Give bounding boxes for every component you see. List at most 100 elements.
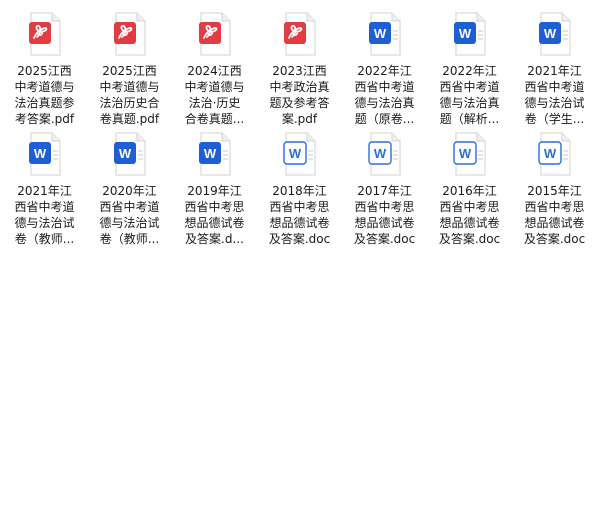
file-name-line: 西省中考思 xyxy=(184,200,245,214)
file-name-line: 及答案.doc xyxy=(523,232,586,246)
file-name-line: 2021年江 xyxy=(17,184,72,198)
file-name-line: 想品德试卷 xyxy=(184,216,245,230)
pdf-file-icon xyxy=(195,11,235,57)
file-name-label: 2018年江 西省中考思想品德试卷及答案.doc xyxy=(258,183,342,246)
file-name-line: 考答案.pdf xyxy=(14,112,75,126)
doc-file-icon: W xyxy=(535,131,575,177)
file-name-line: 2020年江 xyxy=(102,184,157,198)
file-name-line: 案.pdf xyxy=(281,112,318,126)
svg-text:W: W xyxy=(203,146,216,161)
file-name-line: 题（原卷... xyxy=(354,112,415,126)
file-name-label: 2024江西 中考道德与法治·历史合卷真题... xyxy=(173,63,257,126)
pdf-file-icon xyxy=(25,11,65,57)
file-item[interactable]: 2025江西 中考道德与 法治历史合 卷真题.pdf xyxy=(87,8,172,126)
file-item[interactable]: W 2016年江 西省中考思想品德试卷及答案.doc xyxy=(427,128,512,246)
file-name-line: 2016年江 xyxy=(442,184,497,198)
doc-file-icon: W xyxy=(280,131,320,177)
file-item[interactable]: 2024江西 中考道德与法治·历史合卷真题... xyxy=(172,8,257,126)
file-item[interactable]: W 2019年江 西省中考思想品德试卷及答案.d... xyxy=(172,128,257,246)
file-name-line: 2025江西 xyxy=(102,64,157,78)
doc-file-icon: W xyxy=(365,131,405,177)
file-name-line: 西省中考思 xyxy=(354,200,415,214)
file-name-line: 及答案.doc xyxy=(438,232,501,246)
file-name-label: 2022年江 西省中考道 德与法治真 题（解析... xyxy=(428,63,512,126)
svg-text:W: W xyxy=(458,26,471,41)
word-file-icon: W xyxy=(450,11,490,57)
file-name-line: 德与法治试 xyxy=(14,216,75,230)
file-item[interactable]: W 2022年江 西省中考道德与法治真题（原卷... xyxy=(342,8,427,126)
svg-text:W: W xyxy=(543,26,556,41)
file-name-line: 2024江西 xyxy=(187,64,242,78)
file-name-label: 2017年江 西省中考思 想品德试卷 及答案.doc xyxy=(343,183,427,246)
file-name-label: 2025江西 中考道德与 法治历史合 卷真题.pdf xyxy=(88,63,172,126)
file-name-line: 卷（教师... xyxy=(99,232,160,246)
file-name-line: 想品德试卷 xyxy=(354,216,415,230)
file-name-line: 2023江西 xyxy=(272,64,327,78)
file-name-line: 2021年江 xyxy=(527,64,582,78)
file-name-line: 法治真题参 xyxy=(14,96,75,110)
file-name-line: 中考道德与 xyxy=(99,80,160,94)
file-name-line: 题及参考答 xyxy=(269,96,330,110)
svg-text:W: W xyxy=(458,146,471,161)
file-item[interactable]: W 2021年江 西省中考道德与法治试卷（学生... xyxy=(512,8,597,126)
file-name-label: 2016年江 西省中考思想品德试卷及答案.doc xyxy=(428,183,512,246)
svg-text:W: W xyxy=(118,146,131,161)
file-name-line: 西省中考道 xyxy=(354,80,415,94)
svg-text:W: W xyxy=(373,146,386,161)
svg-text:W: W xyxy=(543,146,556,161)
file-name-line: 西省中考道 xyxy=(99,200,160,214)
file-name-line: 中考道德与 xyxy=(184,80,245,94)
file-name-line: 西省中考思 xyxy=(269,200,330,214)
file-name-line: 中考道德与 xyxy=(14,80,75,94)
file-name-line: 卷（教师... xyxy=(14,232,75,246)
file-name-label: 2021年江 西省中考道德与法治试卷（学生... xyxy=(513,63,597,126)
file-name-label: 2020年江 西省中考道德与法治试卷（教师... xyxy=(88,183,172,246)
file-name-line: 西省中考道 xyxy=(524,80,585,94)
file-name-line: 2022年江 xyxy=(442,64,497,78)
file-name-line: 德与法治试 xyxy=(99,216,160,230)
word-file-icon: W xyxy=(535,11,575,57)
word-file-icon: W xyxy=(25,131,65,177)
doc-file-icon: W xyxy=(450,131,490,177)
file-name-line: 法治·历史 xyxy=(188,96,241,110)
file-name-line: 题（解析... xyxy=(439,112,500,126)
word-file-icon: W xyxy=(365,11,405,57)
file-item[interactable]: W 2022年江 西省中考道 德与法治真 题（解析... xyxy=(427,8,512,126)
file-name-line: 卷（学生... xyxy=(524,112,585,126)
file-name-line: 及答案.doc xyxy=(353,232,416,246)
file-name-line: 西省中考思 xyxy=(439,200,500,214)
file-name-line: 德与法治试 xyxy=(524,96,585,110)
file-name-line: 2022年江 xyxy=(357,64,412,78)
pdf-file-icon xyxy=(280,11,320,57)
file-name-line: 中考政治真 xyxy=(269,80,330,94)
file-item[interactable]: W 2017年江 西省中考思 想品德试卷 及答案.doc xyxy=(342,128,427,246)
file-name-line: 及答案.doc xyxy=(268,232,331,246)
file-name-line: 想品德试卷 xyxy=(439,216,500,230)
file-item[interactable]: W 2021年江 西省中考道德与法治试卷（教师... xyxy=(2,128,87,246)
file-item[interactable]: W 2015年江 西省中考思 想品德试卷 及答案.doc xyxy=(512,128,597,246)
file-name-line: 想品德试卷 xyxy=(269,216,330,230)
pdf-file-icon xyxy=(110,11,150,57)
file-name-label: 2023江西 中考政治真题及参考答案.pdf xyxy=(258,63,342,126)
svg-text:W: W xyxy=(288,146,301,161)
file-name-line: 德与法治真 xyxy=(354,96,415,110)
file-name-line: 西省中考道 xyxy=(14,200,75,214)
file-grid: 2025江西 中考道德与 法治真题参 考答案.pdf 2025江西 中考道德与 法治历史合卷… xyxy=(2,8,605,248)
file-item[interactable]: W 2018年江 西省中考思想品德试卷及答案.doc xyxy=(257,128,342,246)
file-name-label: 2015年江 西省中考思 想品德试卷 及答案.doc xyxy=(513,183,597,246)
file-item[interactable]: W 2020年江 西省中考道德与法治试卷（教师... xyxy=(87,128,172,246)
file-name-line: 卷真题.pdf xyxy=(99,112,160,126)
file-name-label: 2025江西 中考道德与 法治真题参 考答案.pdf xyxy=(3,63,87,126)
file-name-line: 2018年江 xyxy=(272,184,327,198)
file-name-line: 德与法治真 xyxy=(439,96,500,110)
word-file-icon: W xyxy=(195,131,235,177)
svg-text:W: W xyxy=(33,146,46,161)
file-item[interactable]: 2025江西 中考道德与 法治真题参 考答案.pdf xyxy=(2,8,87,126)
file-name-line: 西省中考思 xyxy=(524,200,585,214)
file-name-label: 2019年江 西省中考思想品德试卷及答案.d... xyxy=(173,183,257,246)
file-name-line: 合卷真题... xyxy=(184,112,245,126)
word-file-icon: W xyxy=(110,131,150,177)
file-item[interactable]: 2023江西 中考政治真题及参考答案.pdf xyxy=(257,8,342,126)
file-name-line: 2019年江 xyxy=(187,184,242,198)
file-name-line: 及答案.d... xyxy=(185,232,244,246)
